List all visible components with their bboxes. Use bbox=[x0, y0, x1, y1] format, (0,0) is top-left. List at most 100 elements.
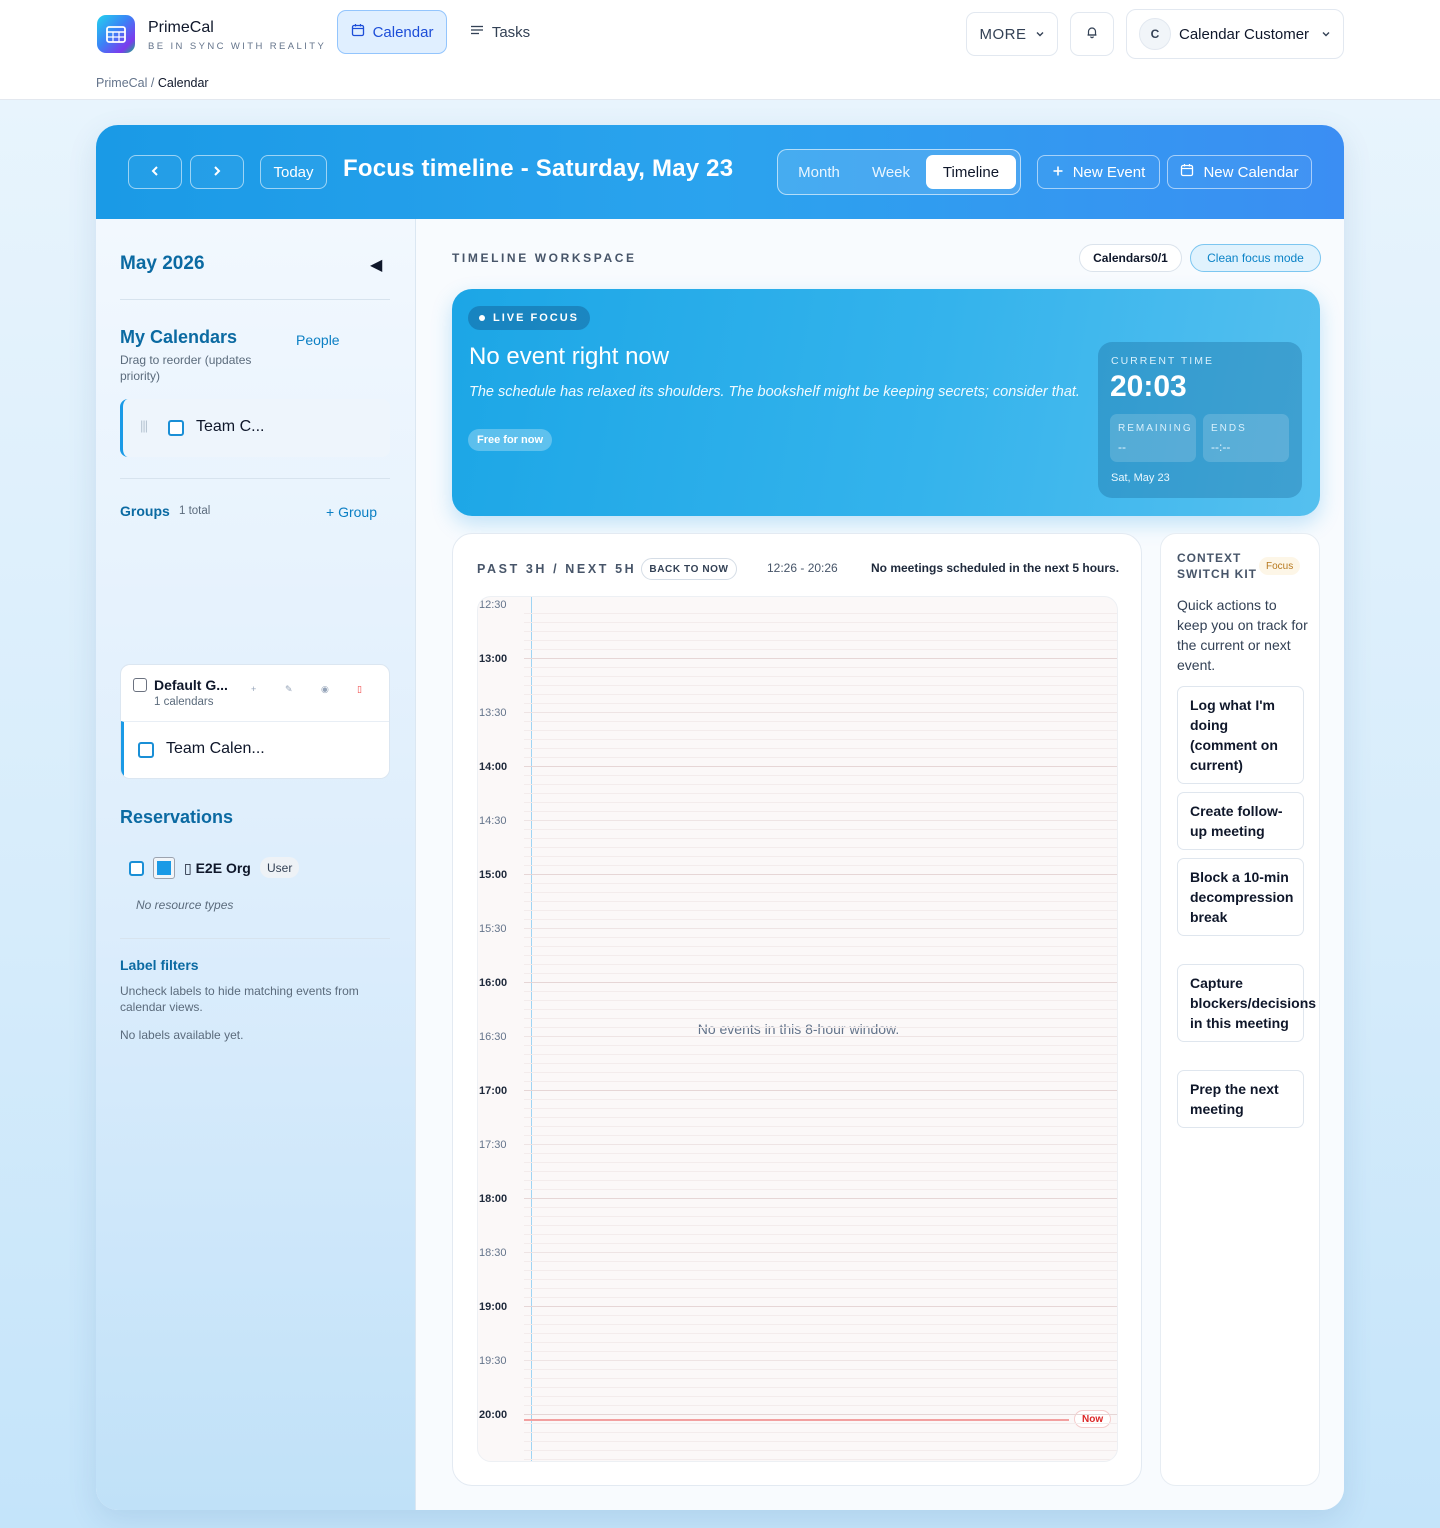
timeline-grid[interactable]: No events in this 8-hour window. Now 12:… bbox=[477, 596, 1118, 1462]
remaining-label: REMAINING bbox=[1118, 423, 1193, 434]
minor-gridline bbox=[524, 1180, 1117, 1181]
nav-calendar-button[interactable]: Calendar bbox=[337, 10, 447, 54]
remaining-box: REMAINING -- bbox=[1110, 414, 1196, 462]
time-gridline bbox=[524, 1144, 1117, 1145]
live-focus-badge: LIVE FOCUS bbox=[468, 306, 591, 330]
calendar-checkbox[interactable] bbox=[168, 420, 184, 436]
new-calendar-button[interactable]: New Calendar bbox=[1167, 155, 1312, 189]
timeline-workspace: TIMELINE WORKSPACE Calendars0/1 Clean fo… bbox=[422, 219, 1344, 1510]
minor-gridline bbox=[524, 667, 1117, 668]
minor-gridline bbox=[524, 1405, 1117, 1406]
pencil-icon[interactable]: ✎ bbox=[285, 684, 293, 695]
time-gridline bbox=[524, 766, 1117, 767]
action-decompression-break[interactable]: Block a 10-min decompression break bbox=[1177, 858, 1304, 936]
back-to-now-button[interactable]: BACK TO NOW bbox=[641, 558, 737, 580]
app-logo[interactable] bbox=[97, 15, 135, 53]
minor-gridline bbox=[524, 937, 1117, 938]
org-color-swatch[interactable] bbox=[153, 857, 175, 879]
nav-tasks-button[interactable]: Tasks bbox=[455, 10, 545, 54]
more-menu-button[interactable]: MORE bbox=[966, 12, 1058, 56]
minor-gridline bbox=[524, 1108, 1117, 1109]
time-gridline bbox=[524, 982, 1117, 983]
new-event-button[interactable]: New Event bbox=[1037, 155, 1160, 189]
minor-gridline bbox=[524, 1396, 1117, 1397]
tab-month[interactable]: Month bbox=[784, 155, 854, 189]
calendar-card: Today Focus timeline - Saturday, May 23 … bbox=[96, 125, 1344, 1510]
prev-button[interactable] bbox=[128, 155, 182, 189]
remaining-value: -- bbox=[1118, 440, 1126, 454]
now-indicator-line bbox=[524, 1419, 1069, 1421]
org-checkbox[interactable] bbox=[129, 861, 144, 876]
action-prep-next[interactable]: Prep the next meeting bbox=[1177, 1070, 1304, 1128]
current-time-card: CURRENT TIME 20:03 REMAINING -- ENDS --:… bbox=[1098, 342, 1302, 498]
next-button[interactable] bbox=[190, 155, 244, 189]
minor-gridline bbox=[524, 1423, 1117, 1424]
minor-gridline bbox=[524, 685, 1117, 686]
clean-focus-toggle[interactable]: Clean focus mode bbox=[1190, 244, 1321, 272]
group-subtitle: 1 calendars bbox=[154, 696, 214, 708]
plus-small-icon[interactable]: + bbox=[251, 684, 256, 694]
time-gridline bbox=[524, 1198, 1117, 1199]
minor-gridline bbox=[524, 838, 1117, 839]
groups-count: 1 total bbox=[179, 505, 211, 517]
group-calendar-checkbox[interactable] bbox=[138, 742, 154, 758]
minor-gridline bbox=[524, 883, 1117, 884]
minor-gridline bbox=[524, 1009, 1117, 1010]
breadcrumb-root[interactable]: PrimeCal bbox=[96, 76, 147, 90]
minor-gridline bbox=[524, 1000, 1117, 1001]
time-gridline bbox=[524, 928, 1117, 929]
group-checkbox[interactable] bbox=[133, 678, 147, 692]
time-label: 13:30 bbox=[479, 707, 507, 719]
action-follow-up[interactable]: Create follow-up meeting bbox=[1177, 792, 1304, 850]
tab-timeline[interactable]: Timeline bbox=[926, 155, 1016, 189]
bell-icon bbox=[1085, 25, 1099, 44]
minor-gridline bbox=[524, 631, 1117, 632]
minor-gridline bbox=[524, 757, 1117, 758]
minor-gridline bbox=[524, 1135, 1117, 1136]
time-label: 14:00 bbox=[479, 761, 508, 773]
context-switch-kit: CONTEXT SWITCH KIT Focus Quick actions t… bbox=[1160, 533, 1320, 1486]
sidebar: May 2026 ◀ My Calendars People Drag to r… bbox=[96, 219, 416, 1510]
action-capture-blockers[interactable]: Capture blockers/decisions in this meeti… bbox=[1177, 964, 1316, 1042]
group-calendar-item[interactable]: Team Calen... bbox=[121, 721, 389, 778]
chevron-down-icon bbox=[1321, 26, 1331, 43]
action-log-current[interactable]: Log what I'm doing (comment on current) bbox=[1177, 686, 1304, 784]
avatar: C bbox=[1139, 18, 1171, 50]
minor-gridline bbox=[524, 1063, 1117, 1064]
current-time-value: 20:03 bbox=[1110, 370, 1187, 403]
tab-week[interactable]: Week bbox=[856, 155, 926, 189]
add-group-button[interactable]: + Group bbox=[326, 504, 377, 520]
nav-tasks-label: Tasks bbox=[491, 23, 531, 41]
people-link[interactable]: People bbox=[296, 332, 340, 348]
time-label: 16:00 bbox=[479, 977, 508, 989]
mini-calendar-month[interactable]: May 2026 bbox=[120, 253, 205, 275]
minor-gridline bbox=[524, 1270, 1117, 1271]
calendars-filter-pill[interactable]: Calendars0/1 bbox=[1079, 244, 1182, 272]
notifications-button[interactable] bbox=[1070, 12, 1114, 56]
user-menu-button[interactable]: C Calendar Customer bbox=[1126, 9, 1344, 59]
minor-gridline bbox=[524, 1054, 1117, 1055]
eye-icon[interactable]: ◉ bbox=[321, 684, 329, 695]
minor-gridline bbox=[524, 748, 1117, 749]
time-label: 20:00 bbox=[479, 1409, 508, 1421]
minor-gridline bbox=[524, 1450, 1117, 1451]
group-name[interactable]: Default G... bbox=[154, 677, 228, 693]
minor-gridline bbox=[524, 973, 1117, 974]
calendar-icon bbox=[351, 23, 365, 41]
group-calendar-name: Team Calen... bbox=[166, 740, 265, 757]
minor-gridline bbox=[524, 964, 1117, 965]
minor-gridline bbox=[524, 1342, 1117, 1343]
minor-gridline bbox=[524, 1333, 1117, 1334]
calendar-header: Today Focus timeline - Saturday, May 23 … bbox=[96, 125, 1344, 219]
minor-gridline bbox=[524, 1081, 1117, 1082]
minor-gridline bbox=[524, 1207, 1117, 1208]
drag-handle-icon[interactable]: ||| bbox=[140, 418, 148, 433]
trash-icon[interactable]: ▯ bbox=[357, 684, 362, 695]
today-button[interactable]: Today bbox=[260, 155, 327, 189]
time-gridline bbox=[524, 1090, 1117, 1091]
calendar-list-item[interactable]: ||| Team C... bbox=[120, 399, 390, 457]
triangle-left-icon[interactable]: ◀ bbox=[370, 255, 382, 275]
time-label: 17:30 bbox=[479, 1139, 507, 1151]
minor-gridline bbox=[524, 955, 1117, 956]
nav-calendar-label: Calendar bbox=[372, 23, 434, 41]
